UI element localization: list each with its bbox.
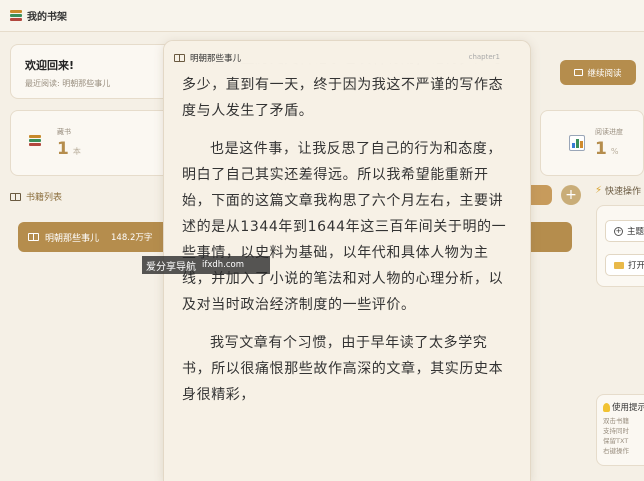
quick-actions-panel: + 主题 打开 — [596, 205, 644, 287]
reader-content: 哪里，有些历史史料记录也凌谷有用，记得多少与多少，直到有一天，终于因为我这不严谨… — [182, 46, 514, 420]
watermark-domain: ifxdh.com — [202, 260, 245, 270]
stat-label: 阅读进度 — [595, 128, 623, 136]
lightning-icon: ⚡ — [595, 185, 603, 196]
app-title: 我的书架 — [27, 12, 67, 23]
theme-button[interactable]: + 主题 — [605, 220, 644, 242]
tip-item: 支持同时 — [603, 427, 629, 435]
welcome-heading: 欢迎回来! — [25, 59, 75, 72]
watermark-text: 爱分享导航 — [146, 261, 196, 273]
tips-panel: 使用提示 双击书籍 支持同时 保留TXT 右键操作 — [596, 394, 644, 466]
open-file-button[interactable]: 打开 — [605, 254, 644, 276]
stat-card-progress: 阅读进度 1% — [540, 110, 644, 176]
bookshelf-icon — [10, 9, 22, 22]
book-list-item[interactable]: 明朝那些事儿 148.2万字 — [18, 222, 166, 252]
plus-icon: + — [614, 226, 623, 236]
open-book-icon — [10, 192, 21, 201]
reader-paragraph: 我写文章有个习惯，由于早年读了太多学究书，所以很痛恨那些故作高深的文章，其实历史… — [182, 335, 504, 403]
recent-reading: 最近阅读: 明朝那些事儿 — [25, 79, 111, 88]
watermark-overlay: 爱分享导航 ifxdh.com — [142, 256, 270, 274]
open-book-icon — [174, 54, 185, 62]
lightbulb-icon — [603, 402, 610, 412]
folder-icon — [614, 261, 624, 269]
add-book-button[interactable]: + — [561, 185, 581, 205]
tips-title: 使用提示 — [603, 401, 644, 413]
booklist-title: 书籍列表 — [10, 190, 62, 203]
reader-header: 明朝那些事儿 chapter1 — [164, 41, 530, 75]
reader-paragraph: 也是这件事，让我反思了自己的行为和态度，明白了自己其实还差得远。所以我希望能重新… — [182, 141, 507, 313]
continue-reading-button[interactable]: 继续阅读 — [560, 60, 636, 85]
tip-item: 保留TXT — [603, 437, 629, 445]
reader-book-title: 明朝那些事儿 — [190, 54, 242, 64]
book-icon — [574, 69, 584, 76]
tip-item: 右键操作 — [603, 447, 629, 455]
quick-actions-title: ⚡ 快速操作 — [595, 185, 642, 197]
open-book-icon — [28, 233, 39, 241]
chapter-label: chapter1 — [468, 53, 500, 61]
continue-reading-label: 继续阅读 — [587, 68, 622, 79]
stat-value: 1本 — [57, 139, 81, 159]
app-header: 我的书架 — [0, 0, 644, 32]
chart-icon — [569, 135, 585, 151]
book-size: 148.2万字 — [111, 233, 153, 243]
stat-label: 藏书 — [57, 128, 71, 136]
tip-item: 双击书籍 — [603, 417, 629, 425]
books-icon — [29, 135, 45, 151]
book-name: 明朝那些事儿 — [45, 233, 100, 244]
stat-value: 1% — [595, 139, 619, 159]
